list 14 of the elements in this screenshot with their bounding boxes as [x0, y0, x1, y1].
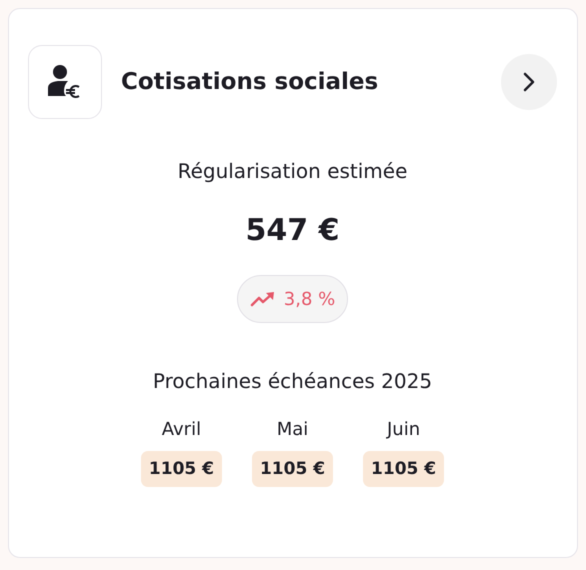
trend-icon — [250, 291, 276, 307]
amount-badge: 1105 € — [252, 451, 334, 487]
amount-badge: 1105 € — [140, 451, 222, 487]
month-label: Mai — [276, 419, 308, 440]
schedule-title: Prochaines échéances 2025 — [152, 369, 432, 393]
person-euro-icon — [28, 45, 102, 119]
month-label: Avril — [162, 419, 202, 440]
amount-badge: 1105 € — [363, 451, 444, 487]
card-title: Cotisations sociales — [121, 69, 380, 95]
month-label: Juin — [386, 419, 420, 440]
subtitle: Régularisation estimée — [178, 159, 408, 183]
chevron-right-icon[interactable] — [522, 72, 536, 92]
amount: 547 € — [246, 213, 340, 248]
trend-value: 3,8 % — [284, 288, 336, 310]
